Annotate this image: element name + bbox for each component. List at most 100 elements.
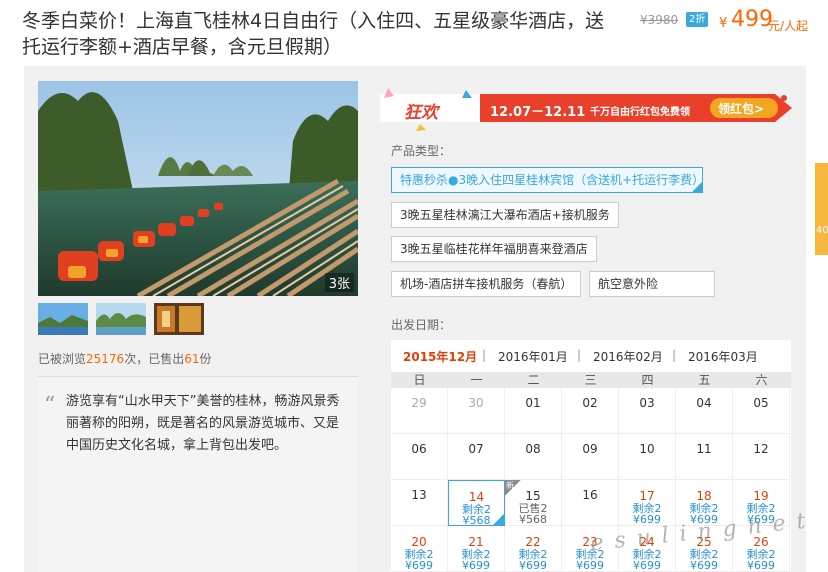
calendar-day: 03 <box>619 388 676 434</box>
thumbnail-3-image <box>154 303 204 335</box>
day-price: ¥699 <box>519 559 547 572</box>
day-number: 14 <box>468 490 485 504</box>
day-price: ¥699 <box>747 559 775 572</box>
calendar-day[interactable]: 20 剩余2 ¥699 <box>391 526 448 572</box>
selected-check-icon <box>691 181 703 193</box>
product-option-5[interactable]: 航空意外险 <box>589 271 715 297</box>
month-separator: | <box>577 348 582 362</box>
day-number: 16 <box>582 488 598 502</box>
stats-middle: 次，已售出 <box>124 352 185 366</box>
day-number: 13 <box>411 488 427 502</box>
weekday: 五 <box>698 373 711 387</box>
stats-suffix: 份 <box>199 352 212 366</box>
month-separator: | <box>672 348 677 362</box>
day-number: 05 <box>753 396 769 410</box>
selected-check-icon <box>493 514 504 525</box>
calendar-day: 02 <box>562 388 619 434</box>
calendar-day: 06 <box>391 434 448 480</box>
day-number: 01 <box>525 396 541 410</box>
description-text: 游览享有“山水甲天下”美誉的桂林，畅游风景秀丽著称的阳朔，既是著名的风景游览城市… <box>66 394 340 453</box>
promo-banner[interactable]: 狂欢 12.07－12.11 千万自由行红包免费领 领红包> <box>380 84 800 132</box>
day-number: 03 <box>639 396 655 410</box>
day-number: 21 <box>468 535 484 549</box>
weekday: 四 <box>641 373 654 387</box>
product-option-5-label: 航空意外险 <box>598 277 659 291</box>
calendar-day: 07 <box>448 434 505 480</box>
thumbnail-2[interactable] <box>96 303 146 335</box>
view-count: 25176 <box>86 352 125 366</box>
month-tab-2[interactable]: 2016年01月 <box>498 348 568 365</box>
main-photo[interactable]: 3张 <box>38 81 358 296</box>
product-option-3[interactable]: 3晚五星临桂花样年福朋喜来登酒店 <box>391 236 597 262</box>
calendar-day: 13 <box>391 480 448 526</box>
calendar-day: 29 <box>391 388 448 434</box>
thumbnail-2-image <box>96 303 146 335</box>
day-number: 29 <box>411 396 427 410</box>
calendar-day-selected[interactable]: 14 剩余2 ¥568 <box>448 480 505 526</box>
departure-date-label: 出发日期： <box>391 318 452 332</box>
price-symbol: ¥ <box>719 16 728 31</box>
price-unit: 元/人起 <box>768 19 809 33</box>
day-price: ¥699 <box>690 559 718 572</box>
calendar-day[interactable]: 22 剩余2 ¥699 <box>505 526 562 572</box>
month-tab-3[interactable]: 2016年02月 <box>593 348 663 365</box>
discount-badge: 2折 <box>686 12 709 27</box>
calendar-day[interactable]: 17 剩余2 ¥699 <box>619 480 676 526</box>
calendar-day: 08 <box>505 434 562 480</box>
calendar-day: 16 <box>562 480 619 526</box>
thumbnail-3[interactable] <box>154 303 204 335</box>
day-number: 07 <box>468 442 484 456</box>
calendar-day: 05 <box>733 388 790 434</box>
day-number: 04 <box>696 396 712 410</box>
day-number: 19 <box>753 489 769 503</box>
day-number: 11 <box>696 442 712 456</box>
day-number: 08 <box>525 442 541 456</box>
side-tab-label: 40 <box>816 225 828 236</box>
day-number: 12 <box>753 442 769 456</box>
day-number: 20 <box>411 535 427 549</box>
day-price: ¥699 <box>633 559 661 572</box>
month-tab-1[interactable]: 2015年12月 <box>403 348 477 365</box>
product-option-4-label: 机场-酒店拼车接机服务（春航） <box>400 277 573 291</box>
day-number: 02 <box>582 396 598 410</box>
day-number: 17 <box>639 489 655 503</box>
quote-icon: “ <box>44 393 56 418</box>
day-number: 10 <box>639 442 655 456</box>
calendar-day: 01 <box>505 388 562 434</box>
day-price: ¥568 <box>519 513 547 526</box>
product-option-4[interactable]: 机场-酒店拼车接机服务（春航） <box>391 271 582 297</box>
new-corner-label: 新 <box>506 481 514 490</box>
page-title: 冬季白菜价！上海直飞桂林4日自由行（入住四、五星级豪华酒店，送托运行李额+酒店早… <box>22 10 605 58</box>
calendar-day: 12 <box>733 434 790 480</box>
calendar-day: 09 <box>562 434 619 480</box>
day-number: 22 <box>525 535 541 549</box>
calendar-day[interactable]: 新 15 已售2 ¥568 <box>505 480 562 526</box>
price-box: ¥3980 2折 ¥ 499 元/人起 <box>640 7 828 35</box>
day-price: ¥699 <box>405 559 433 572</box>
month-tab-4[interactable]: 2016年03月 <box>688 348 758 365</box>
calendar-day[interactable]: 21 剩余2 ¥699 <box>448 526 505 572</box>
description-box: “ 游览享有“山水甲天下”美誉的桂林，畅游风景秀丽著称的阳朔，既是著名的风景游览… <box>38 376 358 572</box>
month-tabs: 2015年12月 | 2016年01月 | 2016年02月 | 2016年03… <box>391 340 791 372</box>
claim-coupon-button[interactable]: 领红包> <box>718 100 764 117</box>
photo-count: 3张 <box>324 273 354 292</box>
side-float-tab[interactable]: 40 <box>815 163 828 255</box>
original-price: ¥3980 <box>640 13 679 27</box>
thumbnail-1-image <box>38 303 88 335</box>
product-option-1-label: 特惠秒杀●3晚入住四星桂林宾馆（含送机+托运行李费） <box>400 173 705 187</box>
weekday: 二 <box>527 373 540 387</box>
day-price: ¥699 <box>576 559 604 572</box>
calendar-day: 10 <box>619 434 676 480</box>
month-separator: | <box>482 348 487 362</box>
banner-brand: 狂欢 <box>404 103 438 123</box>
weekday: 日 <box>413 373 426 387</box>
thumbnail-1[interactable] <box>38 303 88 335</box>
product-option-1[interactable]: 特惠秒杀●3晚入住四星桂林宾馆（含送机+托运行李费） <box>391 167 705 193</box>
calendar-day: 30 <box>448 388 505 434</box>
landscape-image <box>38 81 358 296</box>
product-option-2[interactable]: 3晚五星桂林漓江大瀑布酒店+接机服务 <box>391 202 619 228</box>
banner-dates: 12.07－12.11 <box>490 105 586 120</box>
current-price: 499 <box>731 7 773 32</box>
banner-text: 千万自由行红包免费领 <box>590 107 690 118</box>
sold-count: 61 <box>184 352 200 366</box>
